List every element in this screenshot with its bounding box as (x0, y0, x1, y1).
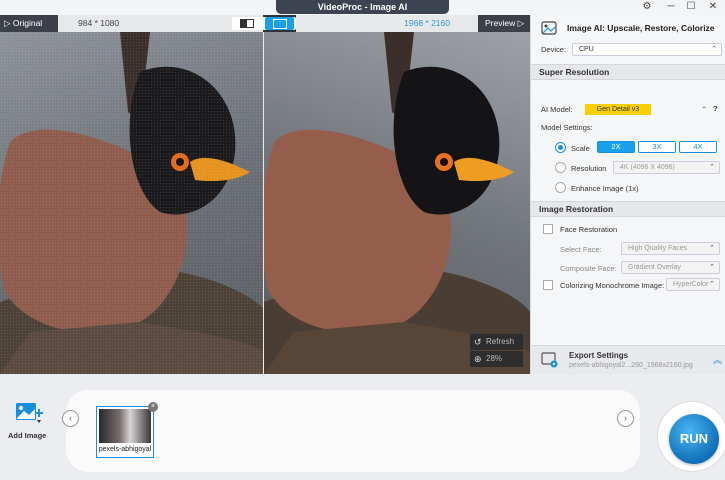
scale-2x-button[interactable]: 2X (597, 141, 635, 153)
chevron-updown-icon: ⌃ (709, 245, 715, 252)
title-bar: VideoProc - Image AI ⚙ ─ ☐ ✕ (0, 0, 725, 15)
panel-header: Image AI: Upscale, Restore, Colorize (531, 15, 725, 39)
colorize-value: HyperColor (673, 281, 709, 288)
window-title: VideoProc - Image AI (276, 0, 449, 14)
face-restoration-checkbox[interactable] (543, 224, 553, 234)
select-face-label: Select Face: (560, 245, 602, 254)
enhance-label: Enhance Image (1x) (571, 184, 639, 193)
ai-model-label: AI Model: (541, 105, 573, 114)
image-restoration-section: Image Restoration (531, 201, 725, 217)
gear-icon[interactable]: ⚙ (636, 0, 658, 14)
resolution-label: Resolution (571, 164, 607, 173)
remove-image-icon[interactable]: × (148, 402, 158, 412)
resolution-value: 4K (4096 X 4096) (620, 164, 675, 171)
image-ai-icon (541, 21, 557, 35)
device-value: CPU (579, 46, 594, 53)
chevron-updown-icon: ⌃ (709, 164, 715, 171)
scale-4x-button[interactable]: 4X (679, 141, 717, 153)
chevron-updown-icon: ⌃ (709, 281, 715, 288)
enhance-radio[interactable] (555, 182, 566, 193)
scroll-left-button[interactable]: ‹ (62, 410, 79, 427)
colorize-checkbox[interactable] (543, 280, 553, 290)
minimize-button[interactable]: ─ (660, 0, 682, 14)
add-image-label: Add Image (8, 431, 47, 440)
output-dimensions: 1968 * 2160 (296, 15, 478, 32)
zoom-icon: ⊕ (474, 354, 482, 364)
composite-face-select[interactable]: Gradient Overlay ⌃ (621, 261, 720, 274)
colorize-select[interactable]: HyperColor ⌃ (666, 278, 720, 291)
split-view-icon[interactable] (265, 17, 294, 30)
run-button[interactable]: RUN (669, 414, 719, 464)
scroll-right-button[interactable]: › (617, 410, 634, 427)
preview-tab[interactable]: Preview ▷ (478, 15, 530, 32)
add-image-icon (16, 403, 43, 423)
maximize-button[interactable]: ☐ (680, 0, 702, 14)
view-mode-toggle (232, 17, 296, 30)
refresh-button[interactable]: ↺ Refresh (470, 334, 523, 350)
export-settings-title: Export Settings (569, 351, 629, 360)
noise-overlay (0, 32, 263, 374)
super-resolution-section: Super Resolution (531, 64, 725, 80)
compare-divider[interactable] (263, 32, 264, 374)
scale-radio[interactable] (555, 142, 566, 153)
zoom-indicator[interactable]: ⊕ 28% (470, 351, 523, 367)
image-canvas[interactable]: ↺ Refresh ⊕ 28% (0, 32, 530, 374)
resolution-radio[interactable] (555, 162, 566, 173)
device-label: Device: (541, 45, 567, 54)
settings-panel: Image AI: Upscale, Restore, Colorize Dev… (530, 15, 725, 374)
original-pane (0, 32, 263, 374)
export-filename: pexels-abhigoyal2...260_1968x2160.jpg (569, 362, 693, 369)
thumbnail-image (99, 409, 151, 443)
composite-face-value: Gradient Overlay (628, 264, 681, 271)
compare-toolbar: ▷ Original 984 * 1080 1968 * 2160 Previe… (0, 15, 530, 32)
bird-image-preview (264, 32, 530, 374)
device-select[interactable]: CPU ⌃ (572, 43, 722, 56)
export-settings-icon (541, 352, 558, 368)
scale-3x-button[interactable]: 3X (638, 141, 676, 153)
panel-title: Image AI: Upscale, Restore, Colorize (567, 23, 715, 33)
bottom-bar: Add Image ‹ › pexels-abhigoyal × RUN (0, 374, 725, 480)
refresh-icon: ↺ (474, 337, 482, 347)
ai-model-chevron-icon[interactable]: ⌃ (701, 105, 707, 114)
colorize-label: Colorizing Monochrome Image: (560, 281, 665, 290)
composite-face-label: Composite Face: (560, 264, 617, 273)
image-thumbnail[interactable]: pexels-abhigoyal × (96, 402, 158, 458)
scale-label: Scale (571, 144, 590, 153)
face-restoration-label: Face Restoration (560, 225, 618, 234)
zoom-label: 28% (486, 354, 503, 363)
resolution-select[interactable]: 4K (4096 X 4096) ⌃ (613, 161, 720, 174)
thumbnail-caption: pexels-abhigoyal (98, 446, 152, 453)
help-icon[interactable]: ? (713, 104, 718, 113)
chevron-updown-icon: ⌃ (709, 264, 715, 271)
close-button[interactable]: ✕ (702, 0, 724, 14)
ai-model-select[interactable]: Gen Detail v3 (585, 104, 651, 115)
expand-up-icon[interactable]: ︽ (713, 353, 722, 366)
refresh-label: Refresh (486, 337, 515, 346)
select-face-select[interactable]: High Quality Faces ⌃ (621, 242, 720, 255)
original-tab[interactable]: ▷ Original (0, 15, 58, 32)
chevron-updown-icon: ⌃ (711, 46, 717, 53)
original-label: ▷ Original (4, 18, 43, 28)
export-settings[interactable]: Export Settings pexels-abhigoyal2...260_… (531, 345, 725, 374)
select-face-value: High Quality Faces (628, 245, 688, 252)
preview-pane (264, 32, 530, 374)
single-view-icon[interactable] (240, 19, 254, 28)
model-settings-label: Model Settings: (541, 123, 593, 132)
